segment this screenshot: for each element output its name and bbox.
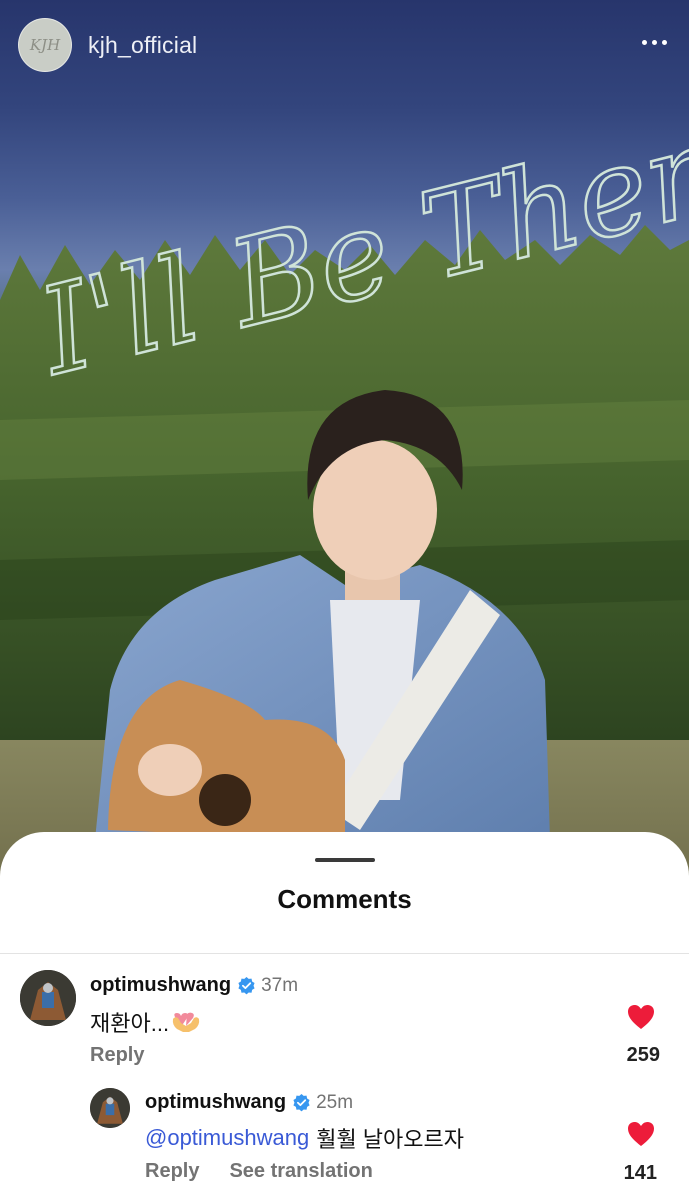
- more-dot: [661, 39, 667, 45]
- comment-text: 훨훨 날아오르자: [316, 1127, 464, 1152]
- comment-time: 25m: [316, 1091, 354, 1113]
- comment-header: optimushwang 37m: [90, 974, 298, 997]
- avatar-image: [20, 970, 76, 1026]
- comment-time: 37m: [261, 974, 299, 996]
- see-translation-button[interactable]: See translation: [229, 1160, 372, 1183]
- comment-username[interactable]: optimushwang: [90, 974, 231, 997]
- sheet-divider: [0, 953, 689, 954]
- sheet-title: Comments: [277, 884, 412, 914]
- account-avatar[interactable]: KJH: [18, 18, 72, 72]
- avatar-image: [90, 1088, 130, 1128]
- verified-badge-icon: [238, 976, 255, 995]
- like-count: 259: [626, 1044, 660, 1066]
- verified-badge-icon: [293, 1093, 310, 1112]
- comment-username[interactable]: optimushwang: [145, 1091, 286, 1114]
- account-username[interactable]: kjh_official: [88, 32, 197, 59]
- sheet-drag-handle[interactable]: [315, 858, 375, 862]
- heart-filled-icon[interactable]: [627, 1121, 655, 1147]
- commenter-avatar[interactable]: [90, 1088, 130, 1128]
- commenter-avatar[interactable]: [20, 970, 76, 1026]
- comment-body: @optimushwang 훨훨 날아오르자: [145, 1122, 464, 1154]
- mention-link[interactable]: @optimushwang: [145, 1125, 309, 1151]
- more-dot: [651, 39, 657, 45]
- photo-illustration: I'll Be There: [0, 85, 689, 900]
- post-header: KJH kjh_official: [18, 18, 197, 72]
- comment-actions: Reply See translation: [145, 1160, 373, 1183]
- reply-button[interactable]: Reply: [145, 1160, 199, 1183]
- comment-text: 재환아...: [90, 1011, 170, 1036]
- more-options-icon[interactable]: [639, 30, 669, 54]
- avatar-monogram: KJH: [29, 36, 61, 54]
- heart-hands-emoji-icon: [172, 1012, 200, 1032]
- like-count: 141: [623, 1162, 657, 1184]
- more-dot: [641, 39, 647, 45]
- comments-sheet: Comments optimushwang 37m 재환아... Reply 2…: [0, 832, 689, 1200]
- heart-filled-icon[interactable]: [627, 1004, 655, 1030]
- reply-button[interactable]: Reply: [90, 1044, 144, 1067]
- comment-header: optimushwang 25m: [145, 1091, 353, 1114]
- comment-actions: Reply: [90, 1044, 144, 1067]
- comment-body: 재환아...: [90, 1006, 201, 1038]
- post-photo: I'll Be There: [0, 0, 689, 900]
